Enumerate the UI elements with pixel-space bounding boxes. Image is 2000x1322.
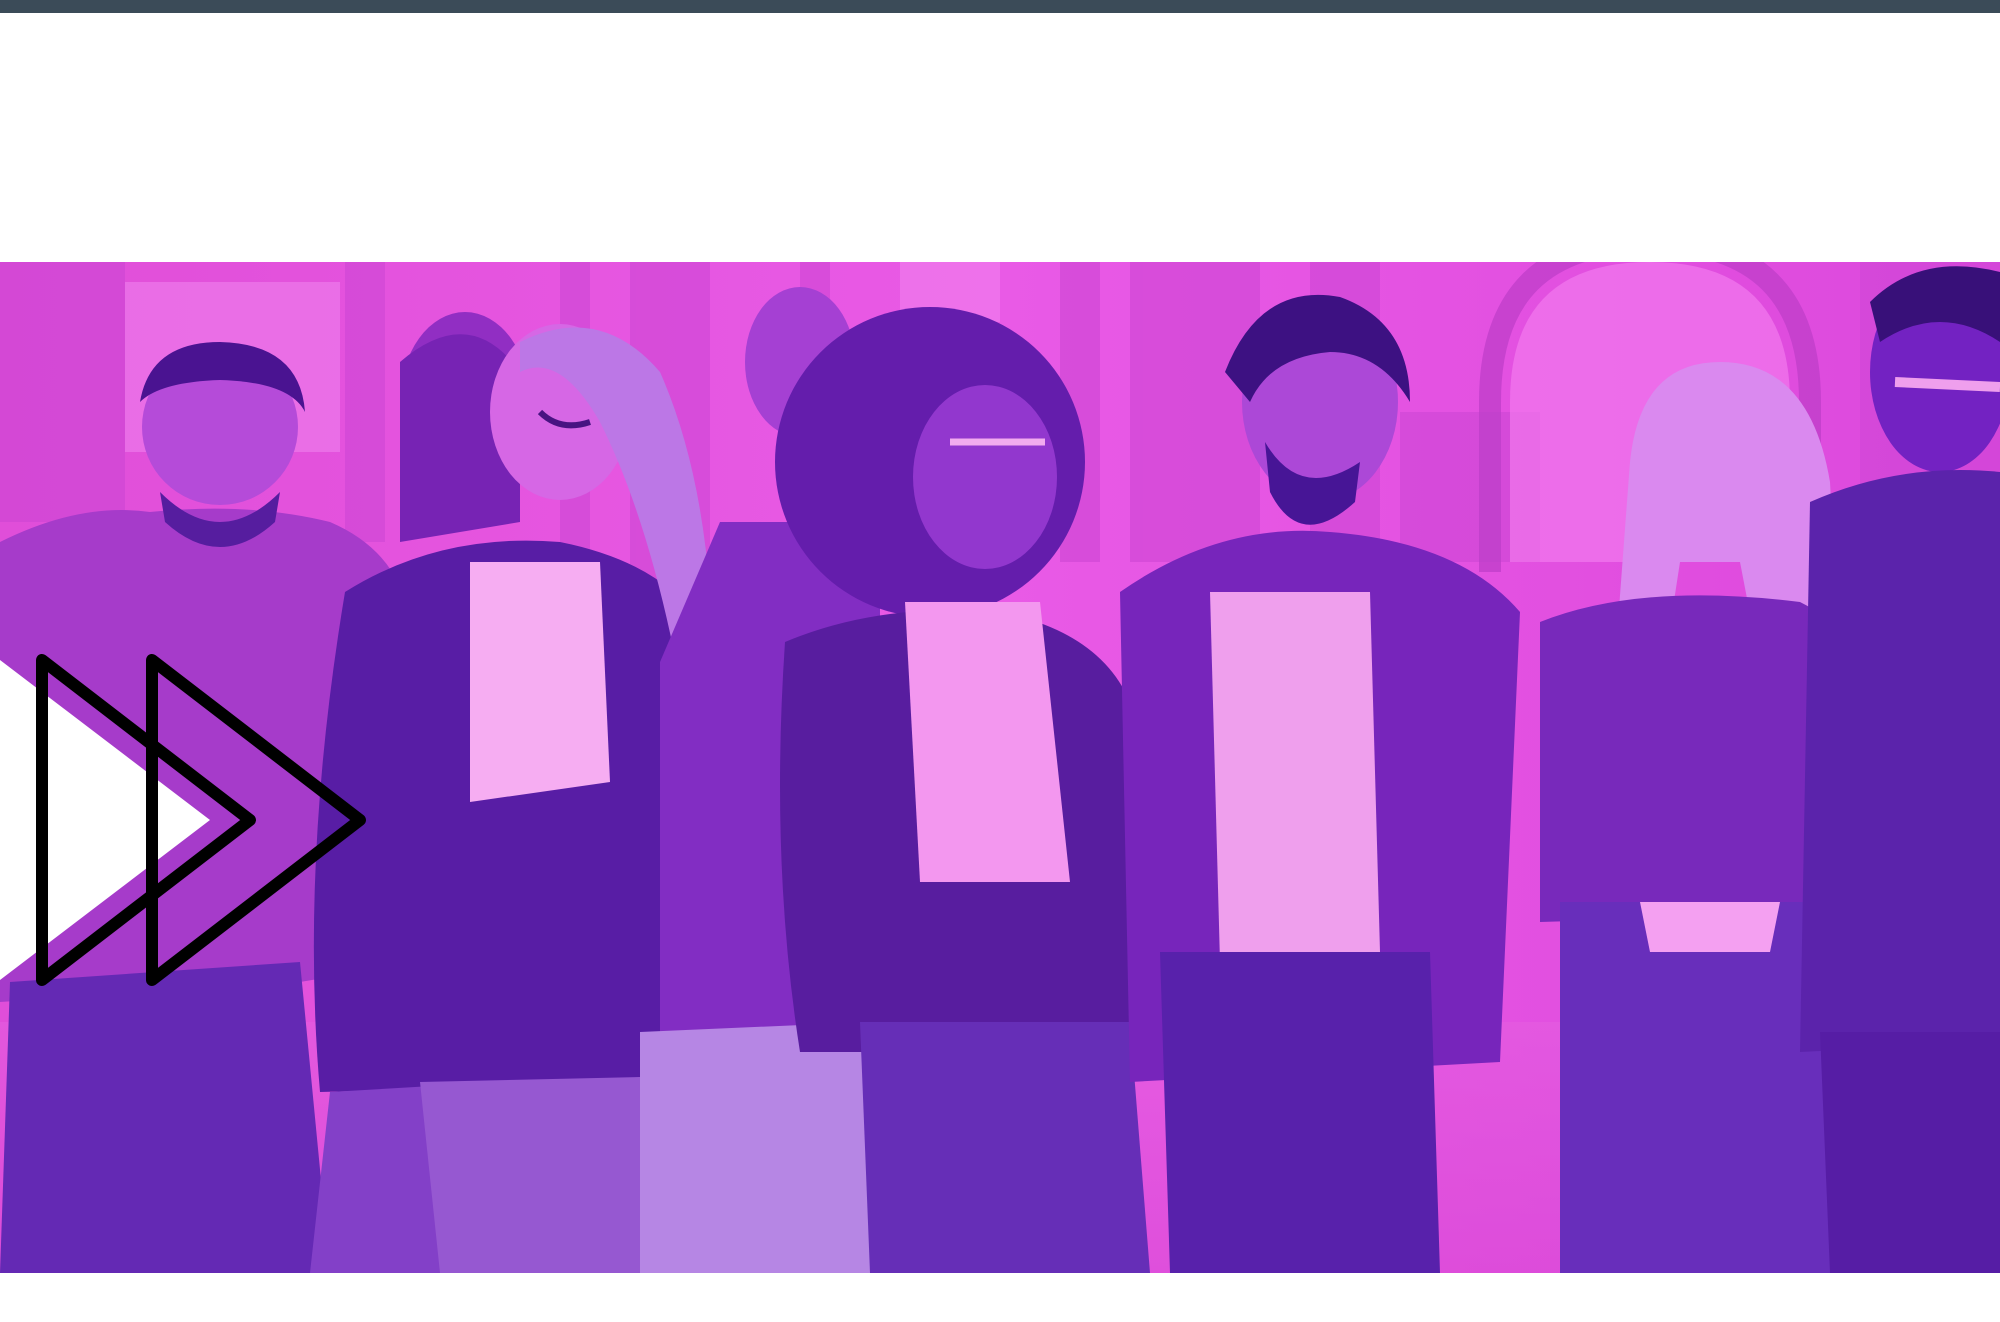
top-bar [0, 0, 2000, 13]
fast-forward-icon [0, 640, 380, 1000]
